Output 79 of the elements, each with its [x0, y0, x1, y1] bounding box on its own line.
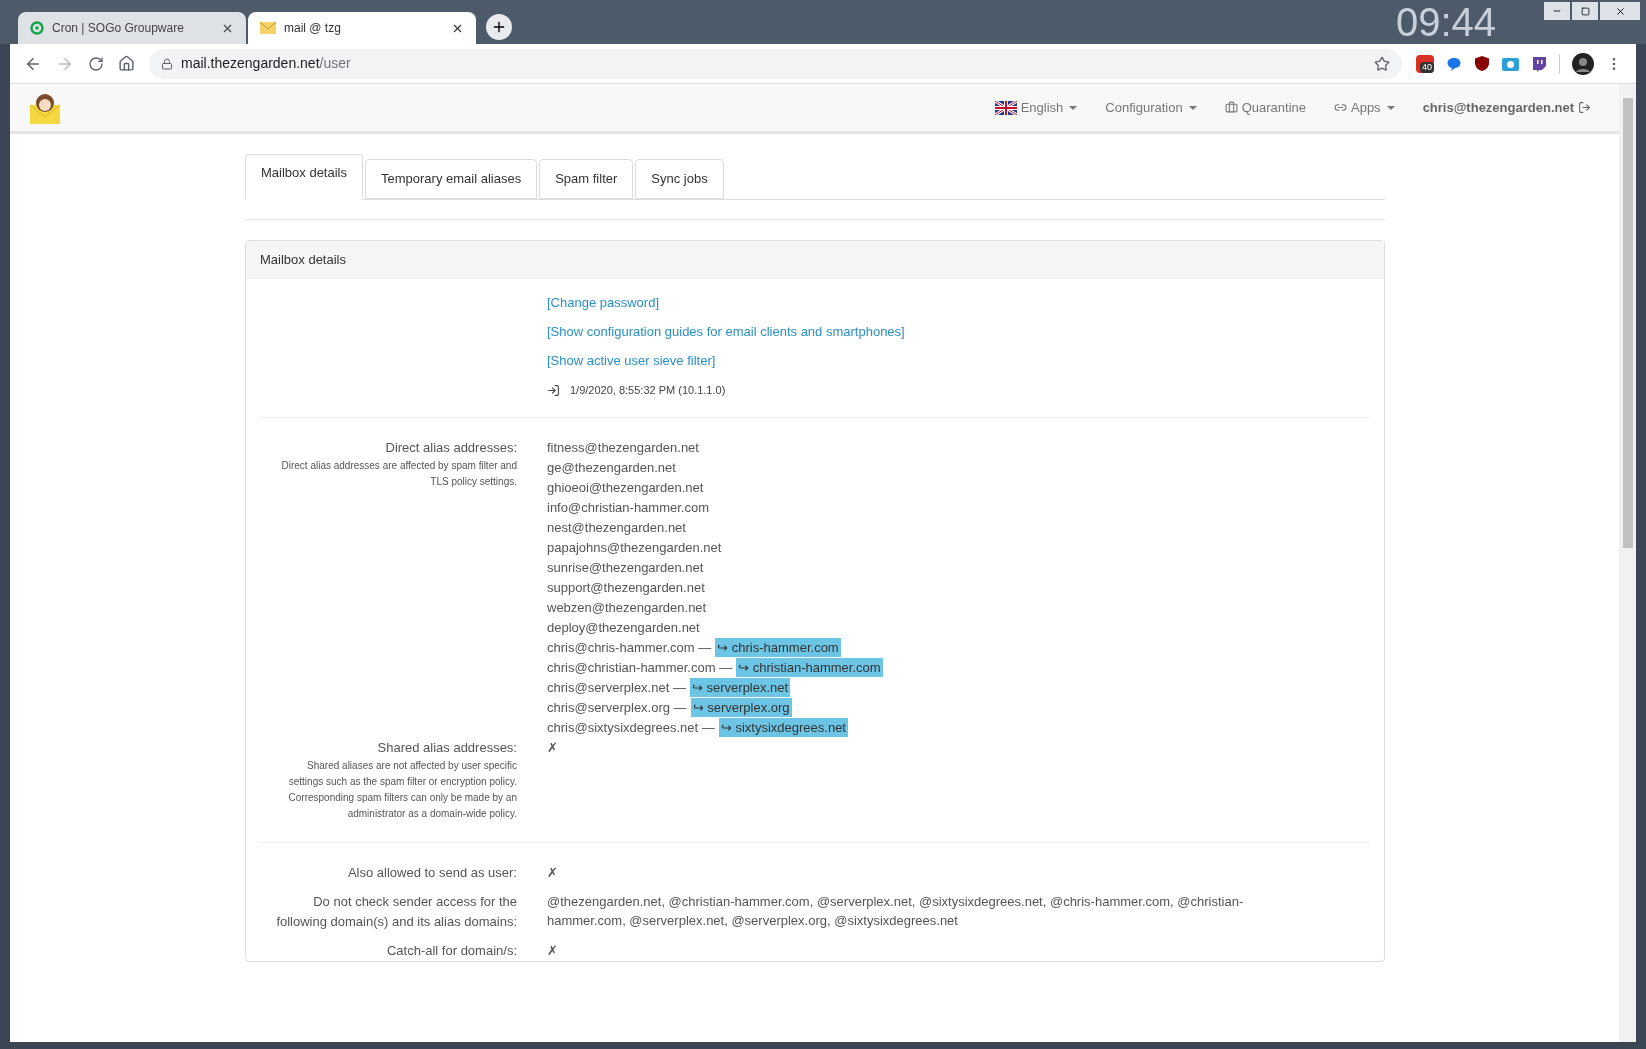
- panel-title: Mailbox details: [246, 241, 1384, 279]
- chat-icon[interactable]: [1531, 55, 1547, 72]
- alias-address: chris@serverplex.org —: [547, 698, 687, 717]
- alias-address: chris@sixtysixdegrees.net —: [547, 718, 715, 737]
- avatar-icon[interactable]: [1572, 52, 1594, 75]
- panel-link[interactable]: [Show configuration guides for email clients and smartphones]: [547, 322, 905, 351]
- alias-address: papajohns@thezengarden.net: [547, 538, 722, 557]
- field-label: Also allowed to send as user:: [347, 864, 517, 880]
- calendar-extension-icon[interactable]: 40: [1416, 54, 1434, 73]
- caret-icon: [1069, 105, 1078, 110]
- panel-link[interactable]: [Show active user sieve filter]: [547, 351, 905, 380]
- nav-menu[interactable]: Apps: [1334, 97, 1395, 118]
- value-text: ✗: [547, 942, 559, 960]
- caret-icon: [1188, 105, 1197, 110]
- help-text: Shared aliases are not affected by user specific settings such as the spam filter or encryption policy. Corresponding spam filters can only be made by an administrator as a domain-wide policy.: [287, 758, 517, 821]
- alias-address: chris@christian-hammer.com —: [547, 658, 733, 677]
- field-label: Shared alias addresses:: [376, 738, 517, 757]
- home-icon[interactable]: [118, 55, 135, 72]
- tab[interactable]: Temporary email aliases: [365, 159, 538, 199]
- reload-icon[interactable]: [88, 55, 104, 72]
- alias-address: webzen@thezengarden.net: [547, 598, 707, 617]
- alias-address: fitness@thezengarden.net: [547, 438, 699, 457]
- domain-tag: ↪ serverplex.net: [689, 677, 791, 698]
- user-menu[interactable]: chris@thezengarden.net: [1422, 97, 1591, 118]
- value-text: @thezengarden.net, @christian-hammer.com, @serverplex.net, @sixtysixdegrees.net, @chris-hammer.com, @christian-hammer.com, @serverplex.net, @serverplex.org, @sixtysixdegrees.net: [547, 893, 1245, 930]
- last-login: 1/9/2020, 8:55:32 PM (10.1.1.0): [570, 383, 726, 398]
- desktop-clock: 09:44: [1395, 0, 1496, 46]
- maximize-icon: [1580, 6, 1590, 16]
- field-label: Do not check sender access for the following domain(s) and its alias domains:: [276, 894, 517, 929]
- alias-address: ghioeoi@thezengarden.net: [547, 478, 704, 497]
- alias-address: support@thezengarden.net: [547, 578, 705, 597]
- envelope-icon: [260, 22, 276, 34]
- field-label: Catch-all for domain/s:: [386, 943, 517, 958]
- login-icon: [547, 383, 560, 397]
- browser-tab[interactable]: Cron | SOGo Groupware: [18, 12, 246, 44]
- domain-tag: ↪ christian-hammer.com: [736, 657, 883, 678]
- alias-address: chris@chris-hammer.com —: [547, 638, 712, 657]
- value-text: ✗: [547, 738, 558, 757]
- caret-icon: [1386, 105, 1395, 110]
- alias-address: deploy@thezengarden.net: [547, 618, 700, 637]
- browser-tab[interactable]: mail @ tzg: [248, 12, 476, 44]
- lock-icon: [161, 57, 173, 70]
- alias-address: chris@serverplex.net —: [547, 678, 686, 697]
- briefcase-icon: [1224, 101, 1238, 114]
- address-bar[interactable]: mail.thezengarden.net/user: [149, 48, 1402, 79]
- domain-tag: ↪ sixtysixdegrees.net: [718, 717, 848, 738]
- alias-address: ge@thezengarden.net: [547, 458, 676, 477]
- shield-icon[interactable]: [1474, 55, 1490, 72]
- panel-link[interactable]: [Change password]: [547, 293, 905, 322]
- extension-badge: 40: [1420, 61, 1434, 73]
- logout-icon: [1578, 101, 1591, 114]
- minimize-button[interactable]: [1544, 2, 1570, 20]
- speech-bubble-icon[interactable]: [1446, 55, 1462, 72]
- flag-icon: [994, 100, 1017, 115]
- help-text: Direct alias addresses are affected by spam filter and TLS policy settings.: [280, 458, 517, 489]
- bookmark-star-icon[interactable]: [1374, 55, 1390, 72]
- url-text: mail.thezengarden.net/user: [181, 54, 352, 73]
- ring-icon: [30, 21, 44, 35]
- plus-icon: [491, 19, 507, 35]
- tab[interactable]: Sync jobs: [635, 159, 724, 199]
- alias-address: sunrise@thezengarden.net: [547, 558, 704, 577]
- alias-address: nest@thezengarden.net: [547, 518, 686, 537]
- nav-menu[interactable]: English: [994, 97, 1078, 118]
- field-label: Direct alias addresses:: [384, 438, 517, 457]
- value-text: ✗: [547, 863, 559, 882]
- nav-menu[interactable]: Configuration: [1105, 97, 1197, 118]
- link-icon: [1334, 101, 1347, 114]
- close-icon: [1614, 5, 1626, 17]
- tab-title: mail @ tzg: [284, 20, 342, 37]
- maximize-button[interactable]: [1572, 2, 1598, 20]
- camera-icon[interactable]: [1502, 56, 1519, 71]
- nav-menu[interactable]: Quarantine: [1224, 97, 1306, 118]
- tab-title: Cron | SOGo Groupware: [52, 20, 185, 37]
- tab[interactable]: Spam filter: [539, 159, 634, 199]
- alias-address: info@christian-hammer.com: [547, 498, 710, 517]
- domain-tag: ↪ serverplex.org: [690, 697, 792, 718]
- new-tab-button[interactable]: [486, 14, 512, 40]
- tab[interactable]: Mailbox details: [245, 154, 363, 200]
- domain-tag: ↪ chris-hammer.com: [715, 637, 841, 658]
